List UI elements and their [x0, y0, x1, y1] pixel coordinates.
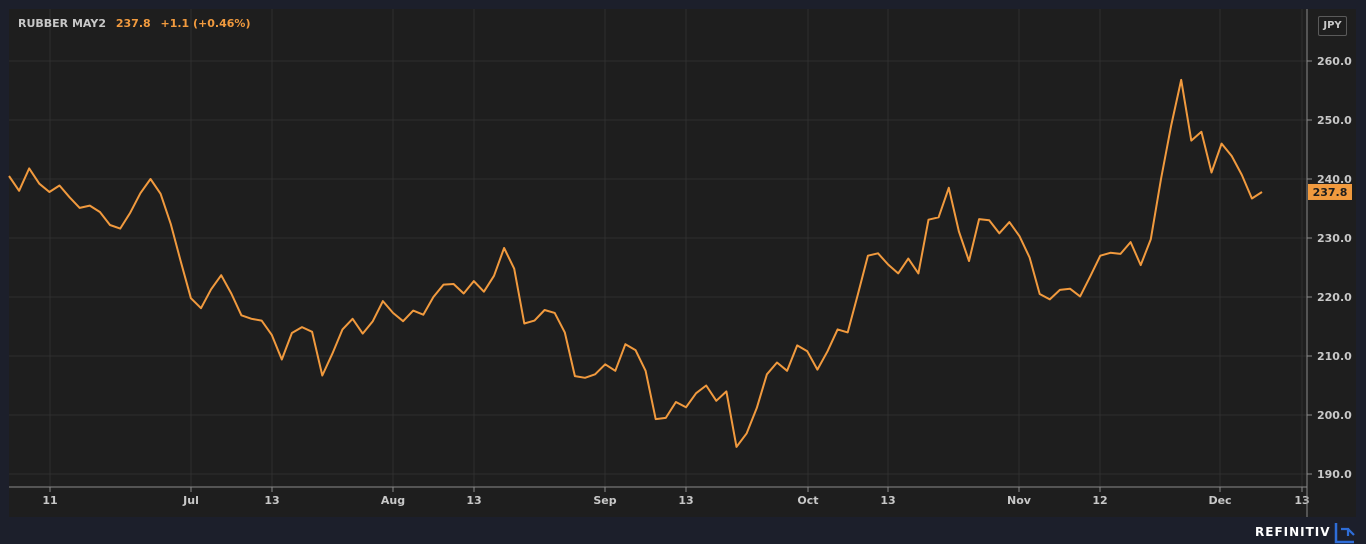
x-tick-label: Nov [1007, 494, 1032, 507]
y-tick-label: 220.0 [1317, 291, 1352, 304]
price-series-line [8, 78, 1263, 448]
x-tick-label: 13 [880, 494, 895, 507]
legend-symbol: RUBBER MAY2 [18, 17, 107, 30]
y-tick-label: 250.0 [1317, 114, 1352, 127]
refinitiv-logo-icon [1334, 523, 1355, 544]
x-tick-label: 13 [264, 494, 279, 507]
last-price-label: 237.8 [1313, 186, 1348, 199]
x-tick-label: 13 [466, 494, 481, 507]
brand-wordmark: REFINITIV [1255, 525, 1331, 539]
y-tick-label: 230.0 [1317, 232, 1352, 245]
x-tick-label: Oct [797, 494, 818, 507]
x-tick-label: 12 [1092, 494, 1107, 507]
x-tick-label: 11 [42, 494, 57, 507]
x-tick-label: Sep [593, 494, 616, 507]
x-tick-label: Jul [182, 494, 199, 507]
y-tick-label: 200.0 [1317, 409, 1352, 422]
legend-change: +1.1 (+0.46%) [160, 17, 251, 30]
y-tick-label: 260.0 [1317, 55, 1352, 68]
chart-window: 190.0 200.0 210.0 220.0 230.0 240.0 250.0 260.0… [0, 0, 1366, 544]
x-tick-label: Dec [1208, 494, 1231, 507]
x-tick-label: 13 [678, 494, 693, 507]
y-tick-label: 210.0 [1317, 350, 1352, 363]
currency-badge[interactable]: JPY [1318, 16, 1347, 36]
chart-legend: RUBBER MAY2 237.8 +1.1 (+0.46%) [18, 17, 256, 30]
x-tick-label: Aug [381, 494, 405, 507]
line-chart[interactable]: 190.0200.0210.0220.0230.0240.0250.0260.0… [0, 0, 1366, 544]
legend-last-price: 237.8 [115, 17, 151, 30]
y-tick-label: 190.0 [1317, 468, 1352, 481]
